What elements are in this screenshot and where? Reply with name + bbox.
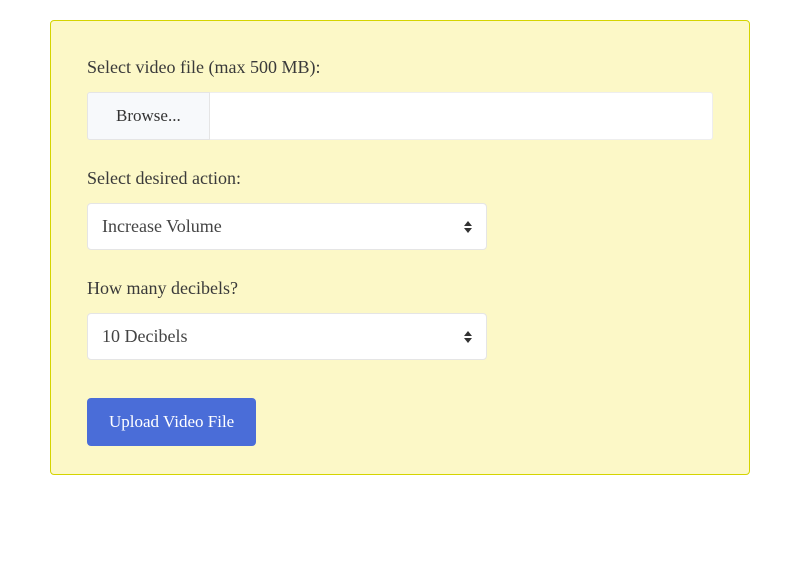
upload-button[interactable]: Upload Video File bbox=[87, 398, 256, 446]
file-input-group: Browse... bbox=[87, 92, 713, 140]
decibels-select[interactable]: 10 Decibels bbox=[87, 313, 487, 360]
video-upload-form: Select video file (max 500 MB): Browse..… bbox=[50, 20, 750, 475]
file-input-label: Select video file (max 500 MB): bbox=[87, 57, 713, 78]
file-name-field[interactable] bbox=[210, 92, 713, 140]
action-select-wrapper: Increase Volume bbox=[87, 203, 487, 250]
action-select-label: Select desired action: bbox=[87, 168, 713, 189]
decibels-select-wrapper: 10 Decibels bbox=[87, 313, 487, 360]
action-select[interactable]: Increase Volume bbox=[87, 203, 487, 250]
browse-button[interactable]: Browse... bbox=[87, 92, 210, 140]
decibels-select-label: How many decibels? bbox=[87, 278, 713, 299]
